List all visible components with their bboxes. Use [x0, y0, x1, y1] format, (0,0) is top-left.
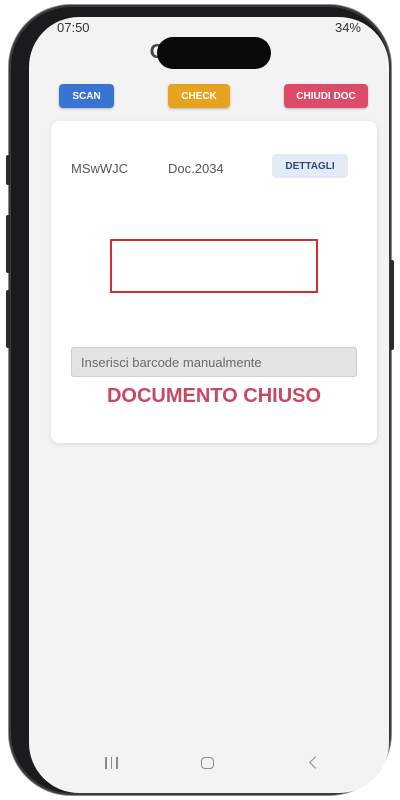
document-number: Doc.2034: [168, 161, 224, 176]
status-time: 07:50: [57, 20, 90, 35]
scanner-frame[interactable]: [110, 239, 318, 293]
close-document-button[interactable]: CHIUDI DOC: [284, 84, 368, 108]
dynamic-island: [157, 37, 271, 69]
volume-down-button: [6, 290, 10, 348]
power-button: [390, 260, 394, 350]
document-card: MSwWJC Doc.2034 DETTAGLI DOCUMENTO CHIUS…: [51, 121, 377, 443]
status-bar: 07:50 34%: [29, 17, 389, 39]
barcode-input[interactable]: [71, 347, 357, 377]
back-icon[interactable]: [309, 756, 322, 769]
details-button[interactable]: DETTAGLI: [272, 154, 348, 178]
check-button[interactable]: CHECK: [168, 84, 230, 108]
document-status-message: DOCUMENTO CHIUSO: [106, 385, 322, 407]
document-code: MSwWJC: [71, 161, 129, 176]
phone-frame: 07:50 34% CA NE SCAN CHECK CHIUDI DOC MS…: [6, 5, 394, 795]
status-battery: 34%: [334, 20, 361, 35]
system-nav-bar: [29, 755, 389, 775]
screen: 07:50 34% CA NE SCAN CHECK CHIUDI DOC MS…: [29, 17, 389, 793]
scan-button[interactable]: SCAN: [59, 84, 114, 108]
recents-icon[interactable]: [105, 757, 118, 769]
volume-up-button: [6, 215, 10, 273]
home-icon[interactable]: [201, 757, 214, 769]
action-button: [6, 155, 10, 185]
